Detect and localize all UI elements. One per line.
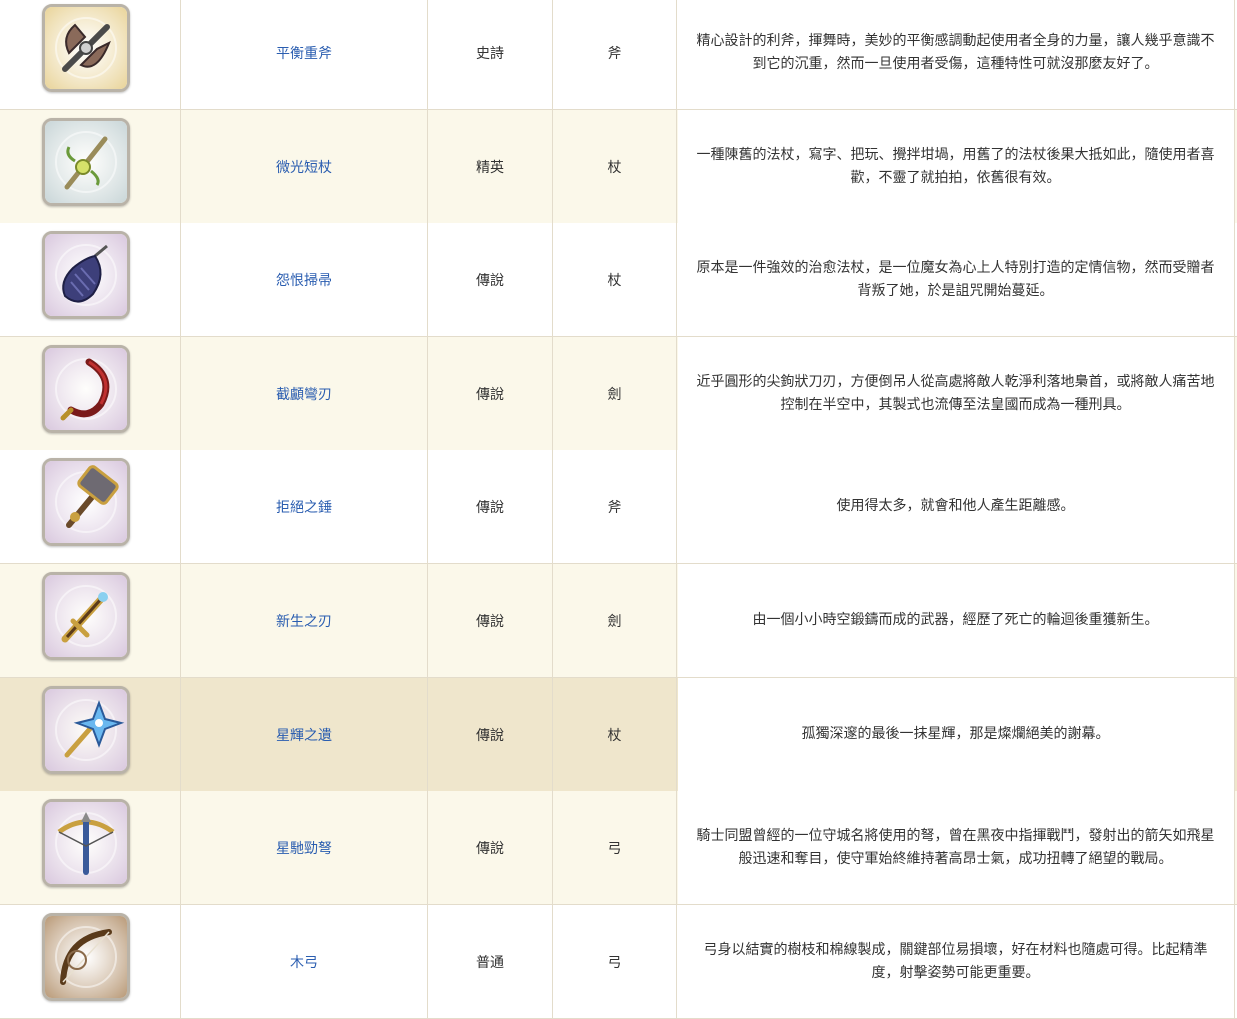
icon-cell [0, 678, 181, 791]
description-text: 精心設計的利斧，揮舞時，美妙的平衡感調動起使用者全身的力量，讓人幾乎意識不到它的… [696, 32, 1215, 72]
icon-cell [0, 110, 181, 223]
description-cell: 一種陳舊的法杖，寫字、把玩、攪拌坩堝，用舊了的法杖後果大抵如此，隨使用者喜歡，不… [677, 110, 1235, 223]
table-row: 拒絕之錘 傳說 斧 使用得太多，就會和他人產生距離感。 [0, 450, 1237, 564]
type-cell: 杖 [553, 223, 677, 336]
description-cell: 孤獨深邃的最後一抹星輝，那是燦爛絕美的謝幕。 [677, 678, 1235, 791]
rarity-cell: 傳說 [428, 223, 553, 336]
name-cell: 怨恨掃帚 [181, 223, 428, 336]
sickle-icon[interactable] [42, 345, 130, 433]
description-cell: 近乎圓形的尖鉤狀刀刃，方便倒吊人從高處將敵人乾淨利落地梟首，或將敵人痛苦地控制在… [677, 337, 1235, 450]
table-row: 星輝之遺 傳說 杖 孤獨深邃的最後一抹星輝，那是燦爛絕美的謝幕。 [0, 678, 1237, 792]
rarity-label: 史詩 [476, 45, 504, 62]
type-cell: 劍 [553, 337, 677, 450]
description-text: 使用得太多，就會和他人產生距離感。 [836, 498, 1075, 514]
rarity-cell: 傳說 [428, 337, 553, 450]
description-text: 騎士同盟曾經的一位守城名將使用的弩，曾在黑夜中指揮戰鬥，發射出的箭矢如飛星般迅速… [696, 827, 1215, 867]
hammer-icon[interactable] [42, 458, 130, 546]
table-row: 木弓 普通 弓 弓身以結實的樹枝和棉線製成，關鍵部位易損壞，好在材料也隨處可得。… [0, 905, 1237, 1019]
rarity-cell: 傳說 [428, 791, 553, 904]
name-cell: 平衡重斧 [181, 0, 428, 109]
weapon-name-link[interactable]: 木弓 [290, 952, 318, 972]
table-row: 平衡重斧 史詩 斧 精心設計的利斧，揮舞時，美妙的平衡感調動起使用者全身的力量，… [0, 0, 1237, 110]
weapon-name-link[interactable]: 星馳勁弩 [276, 838, 332, 858]
name-cell: 木弓 [181, 905, 428, 1018]
icon-cell [0, 450, 181, 563]
type-label: 斧 [607, 499, 622, 516]
name-cell: 微光短杖 [181, 110, 428, 223]
heavy-axe-icon[interactable] [42, 4, 130, 92]
weapon-name-link[interactable]: 平衡重斧 [276, 43, 332, 63]
rarity-cell: 傳說 [428, 450, 553, 563]
description-cell: 由一個小小時空鍛鑄而成的武器，經歷了死亡的輪迴後重獲新生。 [677, 564, 1235, 677]
type-label: 杖 [607, 272, 622, 289]
type-cell: 弓 [553, 905, 677, 1018]
weapon-name-link[interactable]: 截顱彎刃 [276, 384, 332, 404]
rarity-label: 傳說 [476, 386, 504, 403]
icon-cell [0, 905, 181, 1018]
description-cell: 使用得太多，就會和他人產生距離感。 [677, 450, 1235, 563]
type-label: 杖 [607, 727, 622, 744]
description-cell: 弓身以結實的樹枝和棉線製成，關鍵部位易損壞，好在材料也隨處可得。比起精準度，射擊… [677, 905, 1235, 1018]
table-row: 截顱彎刃 傳說 劍 近乎圓形的尖鉤狀刀刃，方便倒吊人從高處將敵人乾淨利落地梟首，… [0, 337, 1237, 451]
type-cell: 劍 [553, 564, 677, 677]
type-label: 弓 [607, 954, 622, 971]
description-text: 孤獨深邃的最後一抹星輝，那是燦爛絕美的謝幕。 [801, 726, 1110, 742]
rarity-cell: 傳說 [428, 678, 553, 791]
name-cell: 新生之刃 [181, 564, 428, 677]
description-cell: 精心設計的利斧，揮舞時，美妙的平衡感調動起使用者全身的力量，讓人幾乎意識不到它的… [677, 0, 1235, 109]
table-row: 微光短杖 精英 杖 一種陳舊的法杖，寫字、把玩、攪拌坩堝，用舊了的法杖後果大抵如… [0, 110, 1237, 224]
type-cell: 斧 [553, 0, 677, 109]
weapon-name-link[interactable]: 拒絕之錘 [276, 497, 332, 517]
rarity-label: 傳說 [476, 840, 504, 857]
type-cell: 弓 [553, 791, 677, 904]
weapon-name-link[interactable]: 怨恨掃帚 [276, 270, 332, 290]
icon-cell [0, 791, 181, 904]
icon-cell [0, 0, 181, 109]
description-text: 近乎圓形的尖鉤狀刀刃，方便倒吊人從高處將敵人乾淨利落地梟首，或將敵人痛苦地控制在… [696, 373, 1215, 413]
sword-icon[interactable] [42, 572, 130, 660]
crossbow-icon[interactable] [42, 799, 130, 887]
star-staff-icon[interactable] [42, 686, 130, 774]
type-label: 斧 [607, 45, 622, 62]
type-label: 杖 [607, 159, 622, 176]
icon-cell [0, 223, 181, 336]
description-text: 一種陳舊的法杖，寫字、把玩、攪拌坩堝，用舊了的法杖後果大抵如此，隨使用者喜歡，不… [696, 146, 1215, 186]
rarity-label: 傳說 [476, 499, 504, 516]
table-row: 新生之刃 傳說 劍 由一個小小時空鍛鑄而成的武器，經歷了死亡的輪迴後重獲新生。 [0, 564, 1237, 678]
description-cell: 原本是一件強效的治愈法杖，是一位魔女為心上人特別打造的定情信物，然而受贈者背叛了… [677, 223, 1235, 336]
rarity-cell: 精英 [428, 110, 553, 223]
type-cell: 杖 [553, 110, 677, 223]
name-cell: 星輝之遺 [181, 678, 428, 791]
name-cell: 拒絕之錘 [181, 450, 428, 563]
weapon-name-link[interactable]: 星輝之遺 [276, 725, 332, 745]
icon-cell [0, 564, 181, 677]
table-row: 怨恨掃帚 傳說 杖 原本是一件強效的治愈法杖，是一位魔女為心上人特別打造的定情信… [0, 223, 1237, 337]
description-text: 由一個小小時空鍛鑄而成的武器，經歷了死亡的輪迴後重獲新生。 [752, 612, 1159, 628]
staff-icon[interactable] [42, 118, 130, 206]
rarity-cell: 傳說 [428, 564, 553, 677]
rarity-label: 傳說 [476, 272, 504, 289]
rarity-cell: 史詩 [428, 0, 553, 109]
rarity-label: 普通 [476, 954, 504, 971]
weapon-name-link[interactable]: 新生之刃 [276, 611, 332, 631]
broom-icon[interactable] [42, 231, 130, 319]
icon-cell [0, 337, 181, 450]
wooden-bow-icon[interactable] [42, 913, 130, 1001]
description-cell: 騎士同盟曾經的一位守城名將使用的弩，曾在黑夜中指揮戰鬥，發射出的箭矢如飛星般迅速… [677, 791, 1235, 904]
type-label: 劍 [607, 386, 622, 403]
rarity-cell: 普通 [428, 905, 553, 1018]
name-cell: 星馳勁弩 [181, 791, 428, 904]
description-text: 原本是一件強效的治愈法杖，是一位魔女為心上人特別打造的定情信物，然而受贈者背叛了… [696, 259, 1215, 299]
type-cell: 斧 [553, 450, 677, 563]
table-row: 星馳勁弩 傳說 弓 騎士同盟曾經的一位守城名將使用的弩，曾在黑夜中指揮戰鬥，發射… [0, 791, 1237, 905]
type-label: 劍 [607, 613, 622, 630]
description-text: 弓身以結實的樹枝和棉線製成，關鍵部位易損壞，好在材料也隨處可得。比起精準度，射擊… [703, 941, 1208, 981]
weapon-name-link[interactable]: 微光短杖 [276, 157, 332, 177]
name-cell: 截顱彎刃 [181, 337, 428, 450]
rarity-label: 傳說 [476, 727, 504, 744]
rarity-label: 傳說 [476, 613, 504, 630]
rarity-label: 精英 [476, 159, 504, 176]
type-label: 弓 [607, 840, 622, 857]
type-cell: 杖 [553, 678, 677, 791]
